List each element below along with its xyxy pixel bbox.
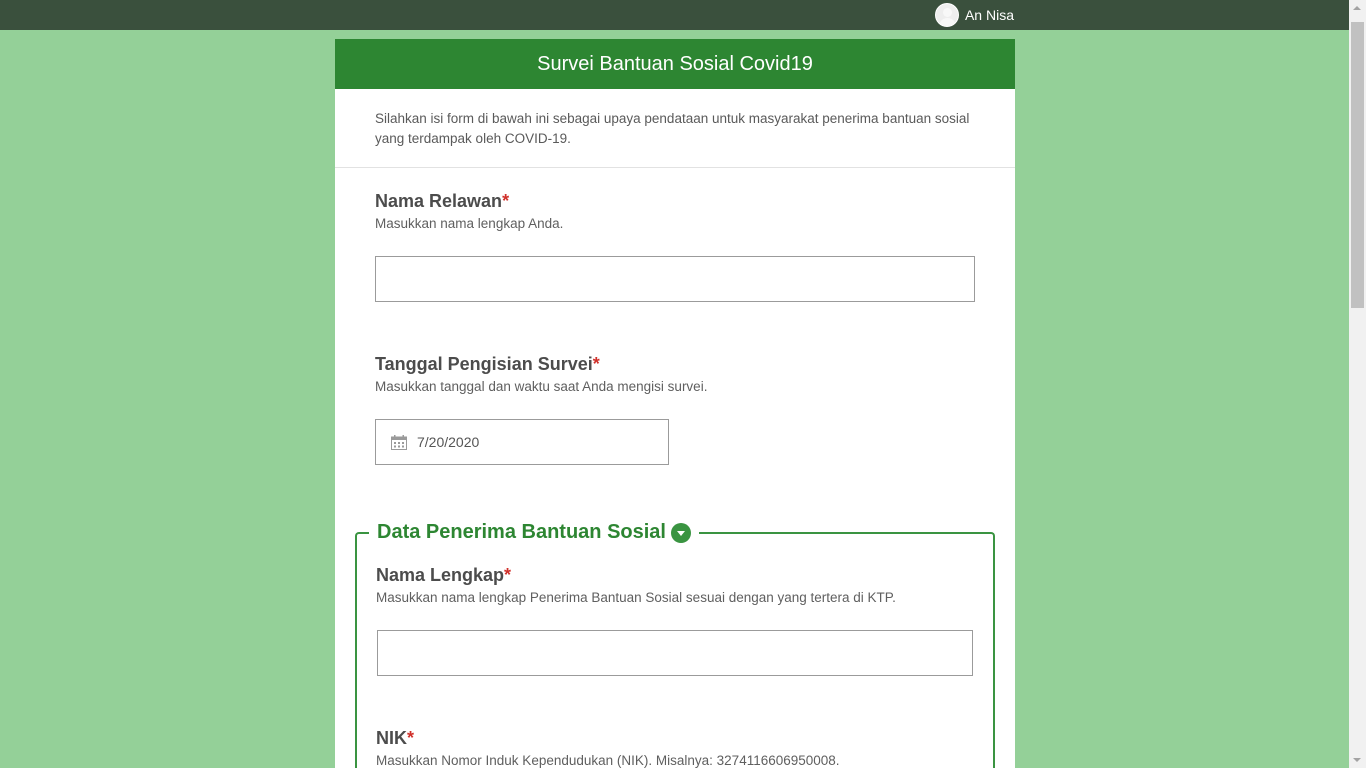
user-menu[interactable]: An Nisa xyxy=(934,3,1014,27)
user-avatar-icon xyxy=(934,3,959,27)
nama-lengkap-input[interactable] xyxy=(377,630,973,676)
question-label: NIK* xyxy=(376,728,415,748)
question-nama-lengkap: Nama Lengkap* Masukkan nama lengkap Pene… xyxy=(376,565,896,605)
question-hint: Masukkan tanggal dan waktu saat Anda men… xyxy=(375,379,708,394)
group-title: Data Penerima Bantuan Sosial xyxy=(377,521,666,543)
survey-description: Silahkan isi form di bawah ini sebagai u… xyxy=(335,89,1015,168)
required-mark: * xyxy=(502,191,510,211)
question-nik: NIK* Masukkan Nomor Induk Kependudukan (… xyxy=(376,728,840,768)
question-label: Nama Relawan* xyxy=(375,191,510,211)
question-hint: Masukkan nama lengkap Penerima Bantuan S… xyxy=(376,590,896,605)
tanggal-survei-input[interactable]: 7/20/2020 xyxy=(375,419,669,465)
group-legend: Data Penerima Bantuan Sosial xyxy=(369,521,699,544)
question-label: Tanggal Pengisian Survei* xyxy=(375,354,600,374)
scroll-down-icon[interactable] xyxy=(1353,758,1361,762)
top-bar: An Nisa xyxy=(0,0,1366,30)
calendar-icon xyxy=(391,434,407,450)
question-hint: Masukkan Nomor Induk Kependudukan (NIK).… xyxy=(376,753,840,768)
question-nama-relawan: Nama Relawan* Masukkan nama lengkap Anda… xyxy=(375,191,563,231)
required-mark: * xyxy=(407,728,415,748)
page-scrollbar[interactable] xyxy=(1349,0,1366,768)
required-mark: * xyxy=(592,354,600,374)
question-hint: Masukkan nama lengkap Anda. xyxy=(375,216,564,231)
group-data-penerima: Data Penerima Bantuan Sosial Nama Lengka… xyxy=(355,521,995,768)
required-mark: * xyxy=(504,565,512,585)
question-label: Nama Lengkap* xyxy=(376,565,512,585)
date-value: 7/20/2020 xyxy=(417,434,480,450)
survey-title: Survei Bantuan Sosial Covid19 xyxy=(537,52,813,75)
chevron-down-icon[interactable] xyxy=(670,522,691,543)
nama-relawan-input[interactable] xyxy=(375,256,975,302)
survey-form: Survei Bantuan Sosial Covid19 Silahkan i… xyxy=(335,39,1015,768)
scroll-up-icon[interactable] xyxy=(1353,6,1361,10)
question-tanggal-survei: Tanggal Pengisian Survei* Masukkan tangg… xyxy=(375,354,707,394)
survey-header: Survei Bantuan Sosial Covid19 xyxy=(335,39,1015,89)
user-name: An Nisa xyxy=(964,7,1014,23)
scroll-thumb[interactable] xyxy=(1351,22,1364,308)
